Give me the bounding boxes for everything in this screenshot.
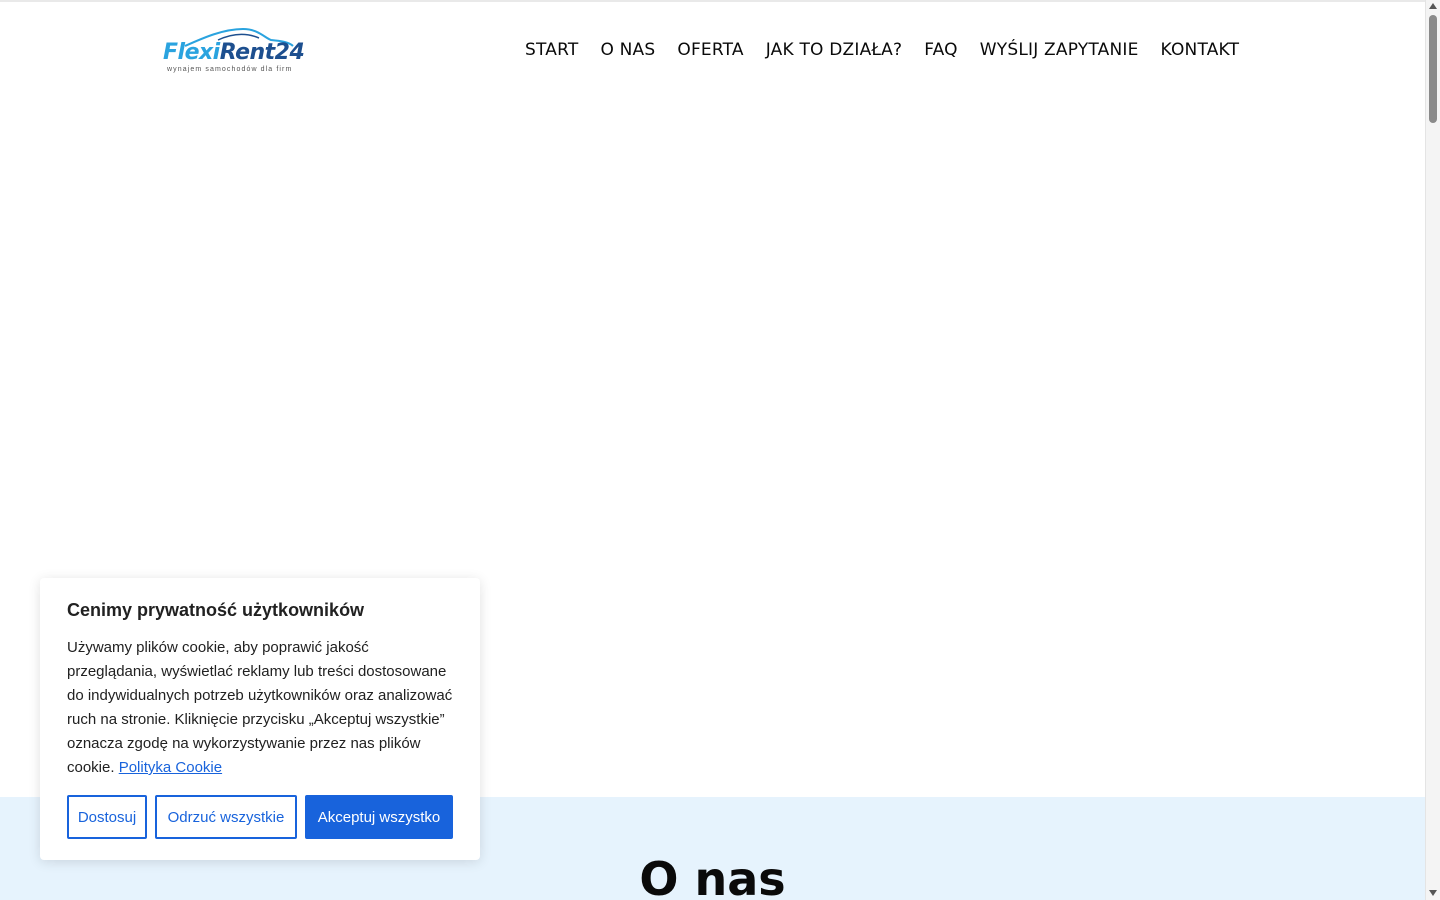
about-title-highlight: nas [694, 849, 786, 900]
page: FlexiRent24 wynajem samochodów dla firm … [0, 0, 1425, 900]
nav-start[interactable]: START [525, 39, 578, 63]
reject-all-button[interactable]: Odrzuć wszystkie [155, 795, 297, 839]
nav-faq[interactable]: FAQ [924, 39, 958, 63]
site-header: FlexiRent24 wynajem samochodów dla firm … [0, 0, 1425, 96]
cookie-description: Używamy plików cookie, aby poprawić jako… [67, 636, 459, 780]
about-title-word: O [639, 852, 679, 900]
accept-all-button[interactable]: Akceptuj wszystko [305, 795, 453, 839]
cookie-consent-dialog: Cenimy prywatność użytkowników Używamy p… [40, 578, 480, 860]
main-nav: START O NAS OFERTA JAK TO DZIAŁA? FAQ WY… [525, 39, 1239, 63]
scroll-up-arrow-icon[interactable] [1429, 3, 1437, 9]
site-logo[interactable]: FlexiRent24 wynajem samochodów dla firm [163, 26, 313, 76]
logo-text-flexi: Flexi [163, 40, 220, 65]
logo-text-rent: Rent24 [219, 40, 305, 65]
page-scrollbar[interactable] [1425, 0, 1440, 900]
scrollbar-thumb[interactable] [1429, 15, 1437, 123]
cookie-policy-link[interactable]: Polityka Cookie [119, 759, 222, 776]
cookie-description-text: Używamy plików cookie, aby poprawić jako… [67, 639, 453, 776]
nav-jak-to-dziala[interactable]: JAK TO DZIAŁA? [766, 39, 902, 63]
customize-button[interactable]: Dostosuj [67, 795, 147, 839]
cookie-title: Cenimy prywatność użytkowników [67, 600, 365, 620]
scroll-down-arrow-icon[interactable] [1429, 890, 1437, 896]
nav-wyslij-zapytanie[interactable]: WYŚLIJ ZAPYTANIE [980, 39, 1139, 63]
nav-oferta[interactable]: OFERTA [677, 39, 743, 63]
nav-o-nas[interactable]: O NAS [600, 39, 655, 63]
nav-kontakt[interactable]: KONTAKT [1161, 39, 1240, 63]
logo-tagline: wynajem samochodów dla firm [167, 66, 293, 73]
about-title-highlight-text: nas [694, 852, 786, 900]
